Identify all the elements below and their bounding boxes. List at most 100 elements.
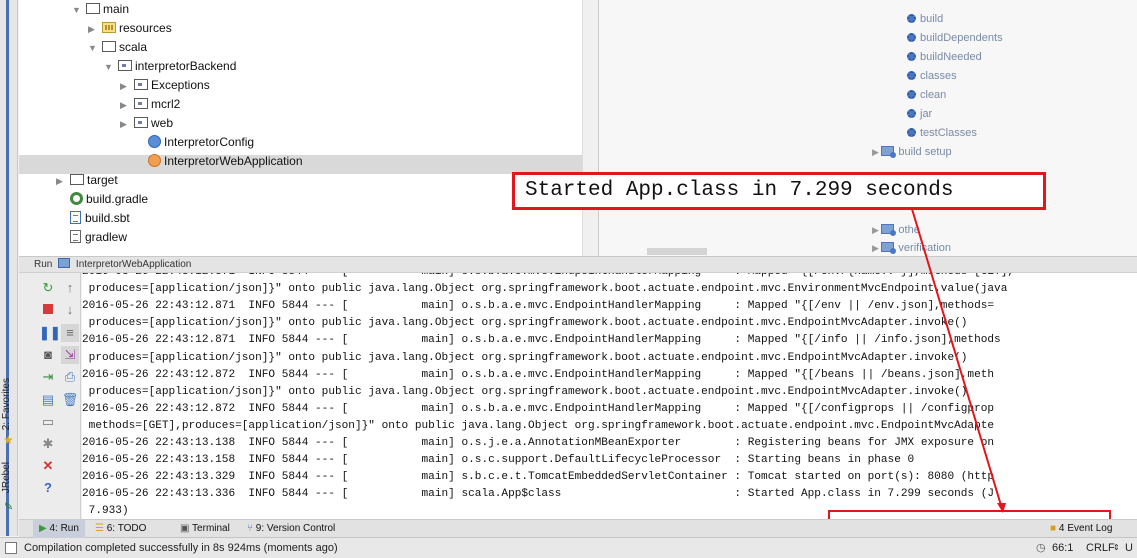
bottom-tab-label: 6: TODO — [106, 523, 147, 534]
tree-node-label: build.gradle — [86, 192, 149, 206]
gradle-task[interactable]: build — [907, 10, 943, 29]
gradle-task[interactable]: clean — [907, 86, 946, 105]
callout-text: Started App.class in 7.299 seconds — [525, 179, 954, 202]
tree-node[interactable]: InterpretorWebApplication — [134, 152, 303, 171]
tree-node[interactable]: ▶ resources — [88, 19, 172, 38]
tree-node[interactable]: InterpretorConfig — [134, 133, 254, 152]
tree-node-label: target — [87, 173, 118, 187]
bottom-tab-label: 4: Run — [49, 523, 79, 534]
settings-icon[interactable]: ✱ — [39, 435, 57, 453]
tree-node[interactable]: build.gradle — [56, 190, 148, 209]
run-config-name[interactable]: InterpretorWebApplication — [76, 259, 191, 270]
chevron-right-icon[interactable]: ▶ — [56, 172, 70, 191]
console-line: methods=[GET],produces=[application/json… — [82, 419, 995, 432]
gradle-group[interactable]: ▶ build setup — [872, 143, 952, 162]
version-control-icon: ⑂ — [247, 523, 256, 534]
help-icon[interactable]: ? — [39, 479, 57, 497]
gear-icon — [907, 71, 916, 80]
chevron-right-icon[interactable]: ▶ — [120, 96, 134, 115]
task-group-folder-icon — [881, 242, 897, 254]
gradle-task-label: build — [920, 13, 944, 25]
gradle-task[interactable]: classes — [907, 67, 957, 86]
bottom-tab[interactable]: ▣ Terminal — [174, 520, 236, 538]
console-line: 2016-05-26 22:43:13.158 INFO 5844 --- [ … — [82, 454, 915, 467]
project-tree-scrollbar[interactable] — [582, 0, 598, 256]
tree-node[interactable]: gradlew — [56, 228, 127, 247]
scroll-to-end-icon[interactable]: ⇲ — [61, 346, 79, 364]
tree-node[interactable]: ▼ main — [72, 0, 129, 19]
restore-layout-icon[interactable]: ⇥ — [39, 368, 57, 386]
tree-node[interactable]: ▶ mcrl2 — [120, 95, 180, 114]
status-position[interactable]: 66:1 — [1052, 538, 1073, 558]
tree-node-label: main — [103, 2, 130, 16]
task-group-folder-icon — [881, 224, 897, 236]
clear-all-icon[interactable]: 🗑 — [61, 391, 79, 409]
tree-node-label: InterpretorWebApplication — [164, 154, 303, 168]
chevron-right-icon[interactable]: ▶ — [120, 77, 134, 96]
side-tab-favorites[interactable]: 2: Favorites — [1, 378, 12, 430]
gradle-task[interactable]: jar — [907, 105, 932, 124]
callout-box: Started App.class in 7.299 seconds — [512, 172, 1046, 210]
run-config-icon — [58, 258, 71, 268]
bottom-tab[interactable]: ▶ 4: Run — [33, 520, 85, 538]
gradle-group-label: build setup — [898, 146, 952, 158]
folder-icon — [70, 174, 84, 185]
gradle-task[interactable]: buildDependents — [907, 29, 1003, 48]
console-line: produces=[application/json]}" onto publi… — [82, 385, 968, 398]
gradle-task-label: testClasses — [920, 127, 977, 139]
gear-icon — [907, 33, 916, 42]
run-header-label: Run — [34, 259, 53, 270]
status-toggle-icon[interactable] — [5, 542, 17, 554]
tree-node[interactable]: build.sbt — [56, 209, 130, 228]
chevron-right-icon[interactable]: ▶ — [872, 225, 881, 235]
pin-icon[interactable]: ▤ — [39, 391, 57, 409]
jrebel-icon[interactable]: ✎ — [4, 500, 13, 513]
print-icon[interactable]: ⎙ — [61, 368, 79, 386]
tree-node-label: InterpretorConfig — [164, 135, 255, 149]
stop-icon[interactable] — [39, 301, 57, 319]
side-tab-jrebel[interactable]: JRebel — [1, 462, 12, 493]
chevron-right-icon[interactable]: ▶ — [120, 115, 134, 134]
camera-icon[interactable]: ◙ — [39, 346, 57, 364]
gradle-task-label: classes — [920, 70, 957, 82]
tree-node-label: gradlew — [85, 230, 128, 244]
tree-node[interactable]: ▼ interpretorBackend — [104, 57, 236, 76]
chevron-down-icon[interactable]: ▼ — [104, 58, 118, 77]
bottom-tab[interactable]: ■ 4 Event Log — [1044, 520, 1118, 538]
chevron-right-icon[interactable]: ▶ — [872, 147, 881, 157]
gradle-group[interactable]: ▶ othe — [872, 221, 920, 240]
close-tab-icon[interactable]: ▭ — [39, 413, 57, 431]
side-tab-jrebel-label: JRebel — [1, 462, 12, 494]
status-line-separator[interactable]: CRLF — [1086, 538, 1115, 558]
bottom-tab[interactable]: ☰ 6: TODO — [89, 520, 152, 538]
console-output[interactable]: 2016-05-26 22:43:12.871 INFO 5844 --- [ … — [82, 273, 1137, 543]
scroll-down-icon[interactable]: ↓ — [61, 301, 79, 319]
tree-node[interactable]: ▶ web — [120, 114, 173, 133]
gradle-task[interactable]: testClasses — [907, 124, 977, 143]
chevron-right-icon[interactable]: ▶ — [88, 20, 102, 39]
rerun-icon[interactable]: ↻ — [39, 279, 57, 297]
close-icon[interactable]: ✕ — [39, 457, 57, 475]
gradle-task[interactable]: buildNeeded — [907, 48, 982, 67]
scroll-up-icon[interactable]: ↑ — [61, 279, 79, 297]
scala-class-icon — [148, 135, 161, 148]
gradle-scrollbar-thumb[interactable] — [647, 248, 707, 255]
status-encoding[interactable]: U — [1125, 538, 1133, 558]
bottom-tab[interactable]: ⑂ 9: Version Control — [241, 520, 341, 538]
gear-icon — [907, 128, 916, 137]
chevron-down-icon[interactable]: ▼ — [72, 1, 86, 20]
gear-icon — [907, 52, 916, 61]
favorites-star-icon[interactable]: ★ — [3, 433, 14, 447]
bottom-tab-bar: ▶ 4: Run ☰ 6: TODO ▣ Terminal ⑂ 9: Version … — [19, 519, 1137, 538]
gradle-task-label: jar — [920, 108, 933, 120]
chevron-down-icon[interactable]: ▼ — [88, 39, 102, 58]
tree-node[interactable]: ▶ target — [56, 171, 118, 190]
run-icon: ▶ — [39, 523, 50, 534]
tree-node[interactable]: ▼ scala — [88, 38, 147, 57]
pause-icon[interactable]: ❚❚ — [39, 324, 61, 342]
event-log-count: 4 — [1058, 523, 1065, 534]
chevron-right-icon[interactable]: ▶ — [872, 243, 881, 253]
tree-node[interactable]: ▶ Exceptions — [120, 76, 210, 95]
gradle-task-label: buildDependents — [920, 32, 1003, 44]
soft-wrap-icon[interactable]: ≡ — [61, 324, 79, 342]
